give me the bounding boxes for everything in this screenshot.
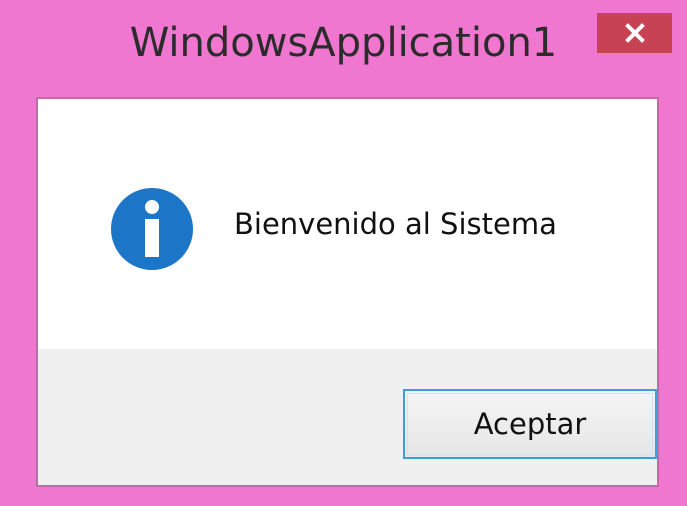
- window-title: WindowsApplication1: [129, 20, 558, 66]
- accept-button[interactable]: Aceptar: [403, 389, 657, 459]
- title-bar[interactable]: WindowsApplication1: [0, 0, 687, 97]
- message-area: Bienvenido al Sistema: [38, 99, 657, 349]
- close-icon: [624, 22, 646, 44]
- message-text: Bienvenido al Sistema: [234, 207, 557, 241]
- dialog-client-area: Bienvenido al Sistema Aceptar: [36, 97, 659, 487]
- close-button[interactable]: [597, 13, 672, 53]
- info-icon: [110, 187, 194, 271]
- button-bar: Aceptar: [38, 349, 657, 485]
- message-box-window: WindowsApplication1 Bienvenido al Sistem…: [0, 0, 687, 506]
